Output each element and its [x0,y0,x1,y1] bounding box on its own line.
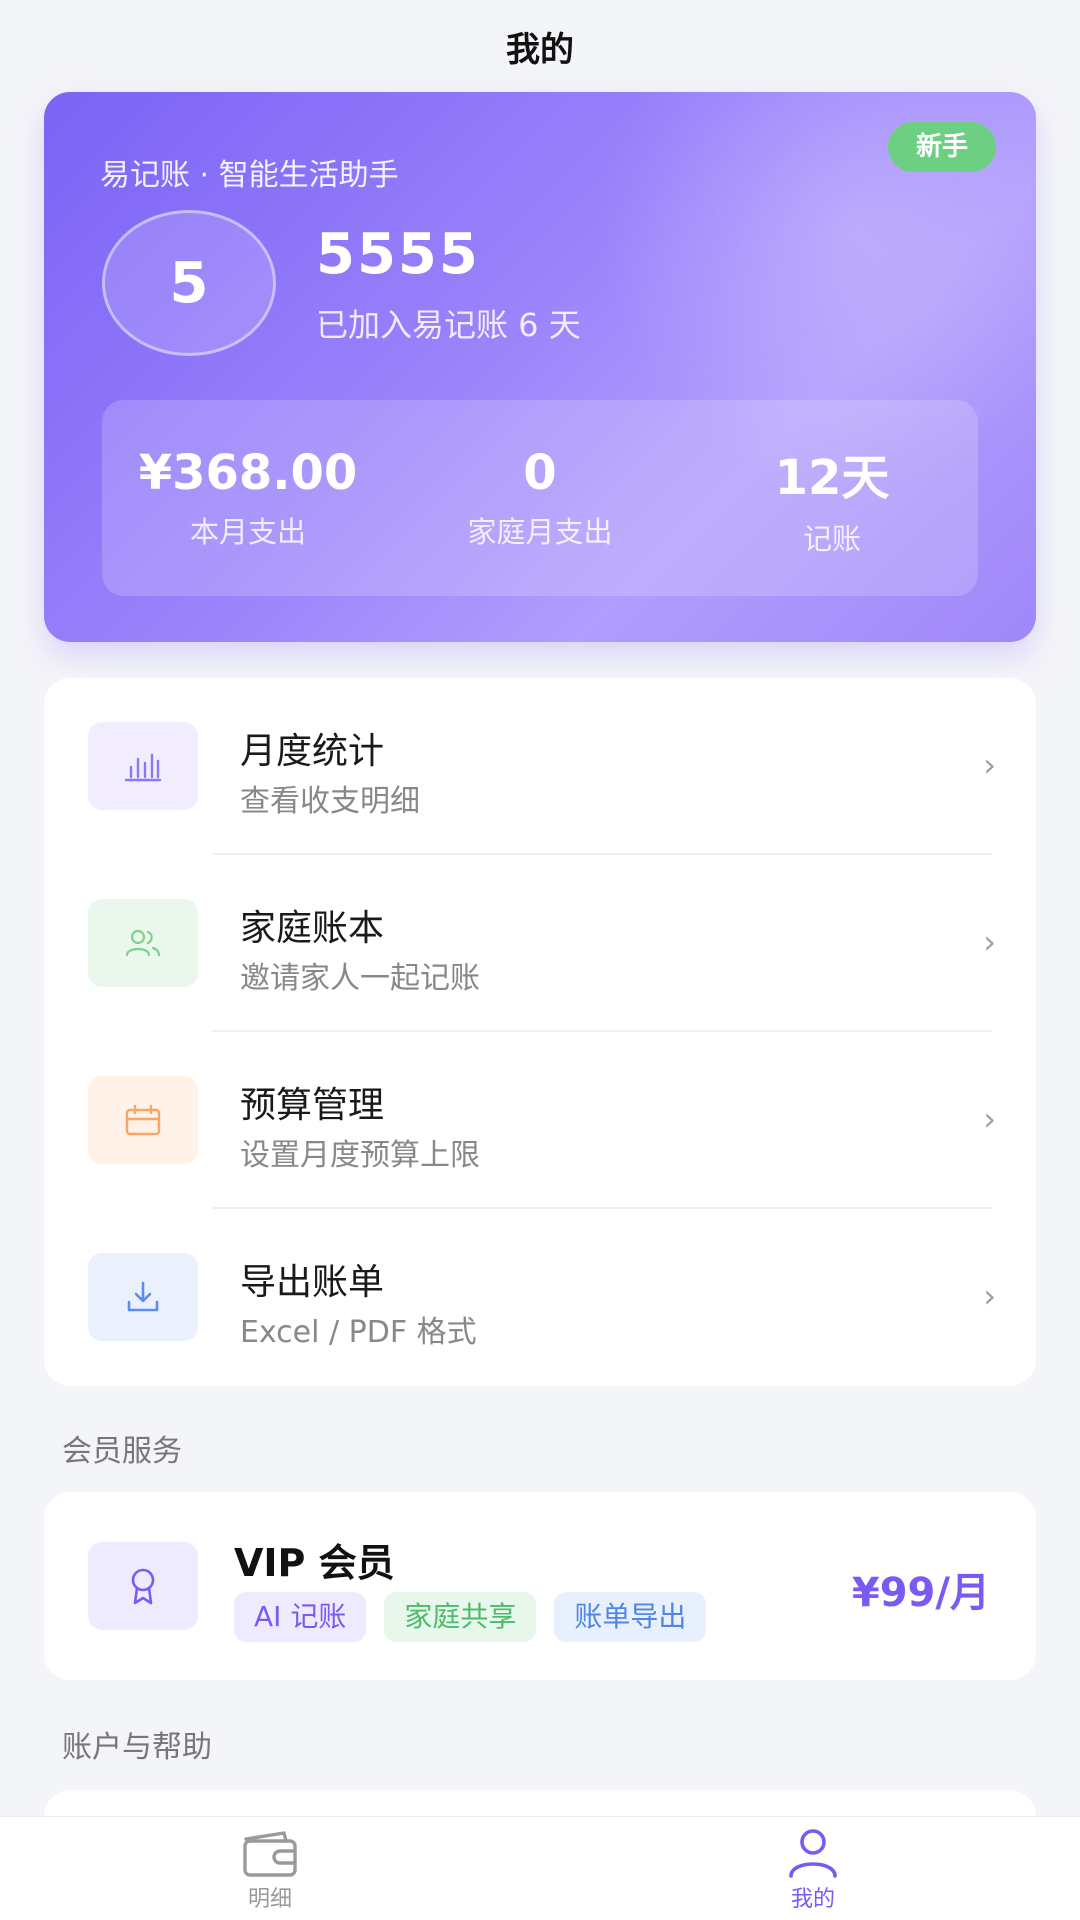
menu-item-subtitle: 查看收支明细 [240,784,420,819]
page-title: 我的 [506,30,574,70]
chevron-right-icon: › [983,923,996,961]
vip-tag: 家庭共享 [384,1592,537,1642]
vip-tag: 账单导出 [554,1592,707,1642]
menu-item-title: 预算管理 [240,1085,385,1126]
profile-card: 新手 易记账 · 智能生活助手 5 5555 已加入易记账 6 天 ¥368.0… [44,92,1036,642]
section-title-member: 会员服务 [62,1434,182,1469]
menu-item-export[interactable]: 导出账单 Excel / PDF 格式 › [44,1209,1036,1385]
tab-label: 我的 [790,1887,835,1912]
download-icon [88,1253,198,1341]
menu-item-budget[interactable]: 预算管理 设置月度预算上限 › [44,1032,1036,1208]
stat-record-days: 12天 记账 [686,400,978,596]
tab-label: 明细 [247,1887,292,1912]
section-title-account-help: 账户与帮助 [62,1730,212,1765]
menu-item-title: 导出账单 [240,1262,385,1303]
username: 5555 [316,222,480,287]
stat-label: 本月支出 [189,515,306,549]
vip-tag: AI 记账 [234,1592,367,1642]
vip-title: VIP 会员 [234,1541,395,1585]
menu-item-title: 家庭账本 [240,908,385,949]
calendar-icon [88,1076,198,1164]
users-icon [88,899,198,987]
menu-item-title: 月度统计 [240,731,385,772]
bottom-tab-bar: 明细 我的 [0,1816,1080,1920]
stat-value: ¥368.00 [138,445,358,501]
stat-value: 12天 [774,450,890,506]
menu-item-subtitle: 邀请家人一起记账 [240,961,480,996]
chevron-right-icon: › [983,1277,996,1315]
profile-page: 我的 新手 易记账 · 智能生活助手 5 5555 已加入易记账 6 天 ¥36… [0,0,1080,1920]
vip-feature-tags: AI 记账 家庭共享 账单导出 [234,1592,707,1642]
stat-family-expense: 0 家庭月支出 [394,400,686,596]
feature-menu: 月度统计 查看收支明细 › 家庭账本 邀请家人一起记账 › 预算管理 设置月度预… [44,678,1036,1386]
chevron-right-icon: › [983,746,996,784]
stat-value: 0 [523,445,557,501]
avatar[interactable]: 5 [102,210,276,356]
stats-panel: ¥368.00 本月支出 0 家庭月支出 12天 记账 [102,400,978,596]
level-badge: 新手 [887,122,996,172]
menu-item-subtitle: 设置月度预算上限 [240,1138,480,1173]
menu-item-monthly-stats[interactable]: 月度统计 查看收支明细 › [44,678,1036,854]
stat-monthly-expense: ¥368.00 本月支出 [102,400,394,596]
vip-price: ¥99/月 [851,1570,990,1616]
tab-details[interactable]: 明细 [210,1827,330,1919]
joined-days-text: 已加入易记账 6 天 [316,306,581,344]
chevron-right-icon: › [983,1100,996,1138]
award-icon [88,1542,198,1630]
stat-label: 家庭月支出 [467,515,613,549]
tab-mine[interactable]: 我的 [753,1827,873,1919]
menu-item-family-book[interactable]: 家庭账本 邀请家人一起记账 › [44,855,1036,1031]
app-slogan: 易记账 · 智能生活助手 [100,158,399,193]
wallet-icon [243,1831,297,1877]
vip-membership-card[interactable]: VIP 会员 AI 记账 家庭共享 账单导出 ¥99/月 [44,1492,1036,1680]
user-icon [789,1829,837,1878]
stat-label: 记账 [802,522,861,556]
menu-item-subtitle: Excel / PDF 格式 [240,1315,477,1350]
bar-chart-icon [88,722,198,810]
